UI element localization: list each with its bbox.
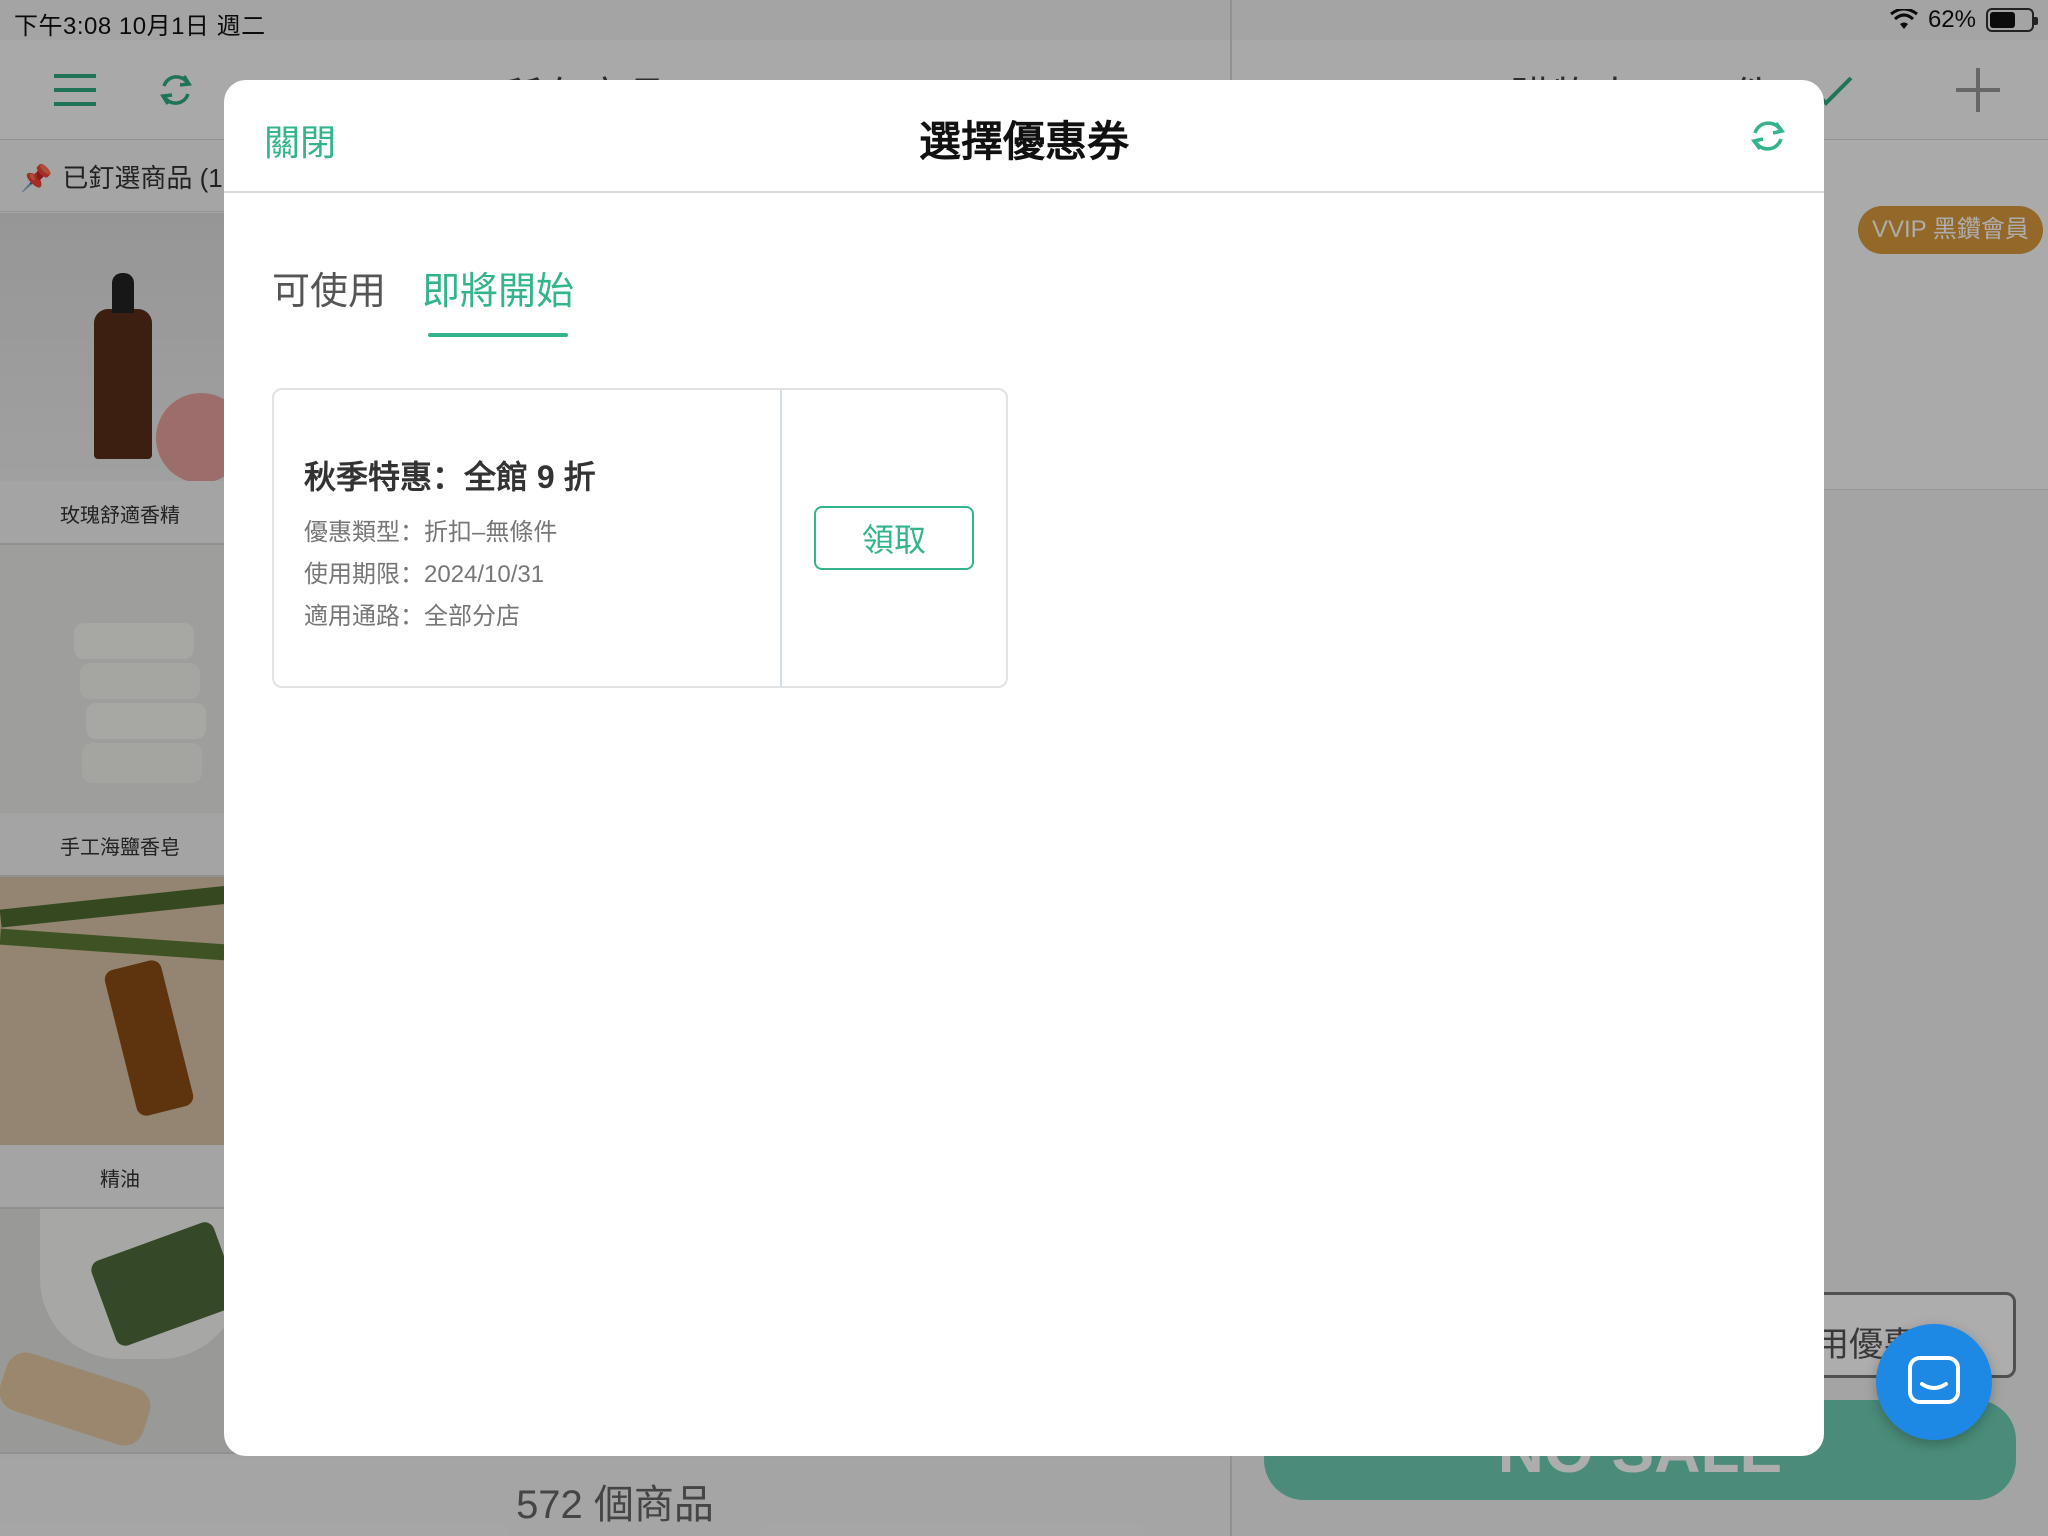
claim-button[interactable]: 領取 — [814, 506, 974, 570]
coupon-info: 秋季特惠：全館 9 折 優惠類型：折扣–無條件 使用期限：2024/10/31 … — [274, 390, 782, 686]
chat-icon — [1908, 1356, 1960, 1404]
chat-button[interactable] — [1876, 1324, 1992, 1440]
refresh-icon[interactable] — [1748, 116, 1788, 156]
modal-title: 選擇優惠券 — [918, 118, 1129, 165]
coupon-expiry: 使用期限：2024/10/31 — [304, 561, 545, 588]
modal-header: 關閉 選擇優惠券 — [224, 80, 1824, 193]
coupon-action: 領取 — [782, 390, 1006, 686]
coupon-card: 秋季特惠：全館 9 折 優惠類型：折扣–無條件 使用期限：2024/10/31 … — [272, 388, 1008, 688]
coupon-title: 秋季特惠：全館 9 折 — [304, 459, 596, 495]
coupon-channel: 適用通路：全部分店 — [304, 603, 520, 630]
coupon-tabs: 可使用 即將開始 — [272, 260, 574, 337]
coupon-type: 優惠類型：折扣–無條件 — [304, 519, 558, 546]
tab-available[interactable]: 可使用 — [272, 260, 386, 337]
select-coupon-modal: 關閉 選擇優惠券 可使用 即將開始 秋季特惠：全館 9 折 優惠類型：折扣–無條… — [224, 80, 1824, 1456]
tab-upcoming[interactable]: 即將開始 — [422, 260, 574, 337]
